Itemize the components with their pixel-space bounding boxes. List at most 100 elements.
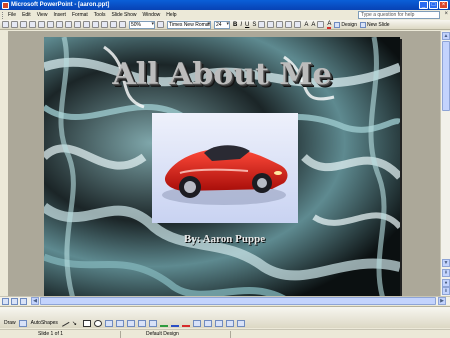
scroll-down-icon[interactable]: ▼ [442, 259, 450, 267]
powerpoint-app-icon[interactable] [2, 1, 9, 9]
window-controls: _ □ × [419, 1, 448, 9]
font-color-icon[interactable] [181, 320, 190, 327]
permission-icon[interactable] [29, 21, 36, 28]
standard-toolbar: 50% Times New Roman 24 B I U S A A A Des… [0, 20, 450, 30]
vertical-scrollbar[interactable]: ▲ ▼ ⇞ ● ⇟ [440, 31, 450, 296]
menu-slide-show[interactable]: Slide Show [108, 12, 139, 18]
expand-all-icon[interactable] [119, 21, 126, 28]
clip-art-icon[interactable] [137, 319, 146, 327]
menu-help[interactable]: Help [163, 12, 179, 18]
shadow-button[interactable]: S [252, 22, 256, 28]
rectangle-tool-icon[interactable] [82, 319, 91, 327]
next-slide-icon[interactable]: ⇟ [442, 287, 450, 295]
dash-style-icon[interactable] [203, 319, 212, 327]
cut-icon[interactable] [65, 21, 72, 28]
menu-edit[interactable]: Edit [19, 12, 34, 18]
new-slide-button[interactable]: New Slide [360, 21, 390, 28]
insert-table-icon[interactable] [110, 21, 117, 28]
slide-show-view-icon[interactable] [20, 298, 27, 305]
arrow-tool-icon[interactable] [72, 320, 80, 327]
zoom-select[interactable]: 50% [129, 20, 155, 29]
numbering-icon[interactable] [285, 21, 293, 28]
line-tool-icon[interactable] [60, 319, 70, 327]
bullets-icon[interactable] [294, 21, 302, 28]
scroll-left-icon[interactable]: ◀ [31, 297, 39, 305]
slides-pane-collapsed[interactable] [0, 31, 8, 296]
oval-tool-icon[interactable] [93, 319, 102, 327]
align-center-icon[interactable] [267, 21, 275, 28]
select-objects-icon[interactable] [18, 319, 27, 327]
paste-icon[interactable] [83, 21, 90, 28]
design-template-name: Default Design [146, 331, 179, 337]
insert-picture-icon[interactable] [148, 319, 157, 327]
slide-canvas[interactable]: All About Me By: Aaron Puppe [44, 37, 400, 296]
select-browse-object-icon[interactable]: ● [442, 279, 450, 287]
draw-menu-button[interactable]: Draw [4, 320, 16, 326]
font-name-select[interactable]: Times New Roman [167, 20, 211, 29]
document-close-icon[interactable]: × [444, 11, 448, 17]
status-divider [120, 331, 121, 338]
fill-color-icon[interactable] [159, 320, 168, 327]
close-button[interactable]: × [439, 1, 448, 9]
undo-icon[interactable] [92, 21, 99, 28]
menu-view[interactable]: View [34, 12, 51, 18]
drawing-toolbar: Draw AutoShapes [0, 306, 450, 328]
menu-window[interactable]: Window [140, 12, 164, 18]
3d-style-icon[interactable] [236, 319, 245, 327]
maximize-button[interactable]: □ [429, 1, 438, 9]
vertical-scroll-thumb[interactable] [442, 41, 450, 111]
line-style-icon[interactable] [192, 319, 201, 327]
slide-title[interactable]: All About Me [44, 57, 400, 92]
design-icon [334, 21, 341, 28]
menu-insert[interactable]: Insert [50, 12, 69, 18]
font-color-button[interactable]: A [327, 21, 332, 29]
scroll-up-icon[interactable]: ▲ [442, 32, 450, 40]
slide-subtitle[interactable]: By: Aaron Puppe [184, 233, 304, 245]
arrow-style-icon[interactable] [214, 319, 223, 327]
spelling-icon[interactable] [56, 21, 63, 28]
font-size-select[interactable]: 24 [214, 20, 230, 29]
status-divider [230, 331, 231, 338]
new-document-icon[interactable] [2, 21, 9, 28]
title-bar: Microsoft PowerPoint - [aaron.ppt] _ □ × [0, 0, 450, 10]
italic-button[interactable]: I [240, 22, 242, 28]
menu-file[interactable]: File [5, 12, 19, 18]
shadow-style-icon[interactable] [225, 319, 234, 327]
underline-button[interactable]: U [245, 22, 249, 28]
horizontal-scrollbar[interactable]: ◀ ▶ [0, 296, 450, 305]
minimize-button[interactable]: _ [419, 1, 428, 9]
wordart-icon[interactable] [115, 319, 124, 327]
copy-icon[interactable] [74, 21, 81, 28]
decrease-font-button[interactable]: A [311, 22, 315, 28]
email-icon[interactable] [38, 21, 45, 28]
slide-indicator: Slide 1 of 1 [38, 331, 64, 337]
status-bar: Slide 1 of 1 Default Design [0, 329, 450, 338]
menu-tools[interactable]: Tools [91, 12, 109, 18]
sports-car-image[interactable] [152, 113, 298, 223]
horizontal-scroll-thumb[interactable] [40, 297, 436, 305]
bold-button[interactable]: B [233, 22, 237, 28]
align-left-icon[interactable] [258, 21, 266, 28]
diagram-icon[interactable] [126, 319, 135, 327]
menu-format[interactable]: Format [69, 12, 91, 18]
design-label: Design [341, 21, 357, 28]
insert-chart-icon[interactable] [101, 21, 108, 28]
design-button[interactable]: Design [334, 21, 357, 28]
autoshapes-menu-button[interactable]: AutoShapes [31, 320, 58, 326]
drawing-toolbar-row: Draw AutoShapes [0, 318, 245, 328]
help-icon[interactable] [157, 21, 164, 28]
save-icon[interactable] [20, 21, 27, 28]
normal-view-icon[interactable] [2, 298, 9, 305]
scroll-right-icon[interactable]: ▶ [438, 297, 446, 305]
help-search-input[interactable]: Type a question for help [358, 11, 440, 19]
increase-font-button[interactable]: A [304, 22, 308, 28]
text-box-icon[interactable] [104, 319, 113, 327]
slide-editing-pane: All About Me By: Aaron Puppe [8, 31, 440, 296]
line-color-icon[interactable] [170, 320, 179, 327]
decrease-indent-icon[interactable] [317, 21, 325, 28]
previous-slide-icon[interactable]: ⇞ [442, 269, 450, 277]
align-right-icon[interactable] [276, 21, 284, 28]
open-folder-icon[interactable] [11, 21, 18, 28]
slide-sorter-view-icon[interactable] [11, 298, 18, 305]
print-icon[interactable] [47, 21, 54, 28]
